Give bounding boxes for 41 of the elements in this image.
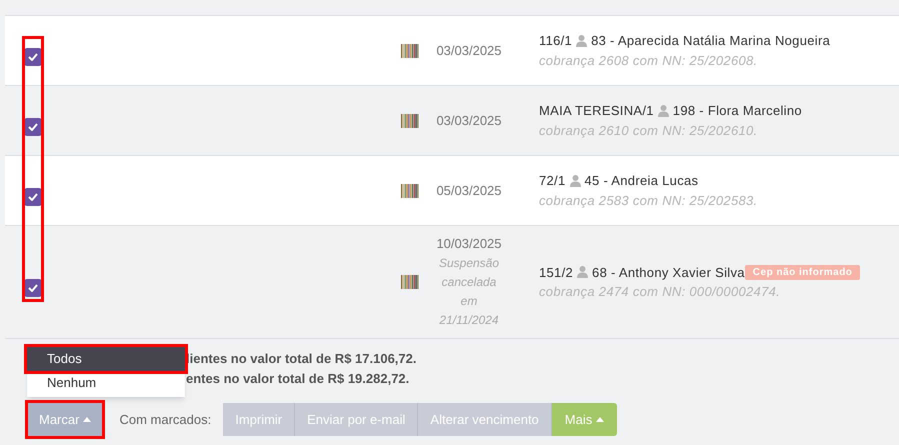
barcode-icon[interactable] [401,44,419,58]
check-icon [28,192,38,200]
caret-icon [596,417,604,422]
due-date: 03/03/2025 [436,42,502,60]
unit-label: MAIA TERESINA/1 [539,102,654,120]
person-icon [658,104,669,117]
unit-label: 151/2 [539,264,574,282]
due-date: 10/03/2025 [436,235,502,254]
person-icon [577,266,588,278]
barcode-icon[interactable] [401,275,419,289]
warning-badge: Cep não informado [744,264,860,280]
suspension-note: Suspensão [438,254,500,272]
check-icon [28,122,38,130]
charge-info: cobrança 2610 com NN: 25/202610. [539,122,758,140]
caret-icon [83,417,92,422]
mark-button[interactable]: Marcar [28,403,102,436]
barcode-icon[interactable] [401,114,419,128]
client-name: 68 - Anthony Xavier Silva [592,264,745,282]
unit-label: 72/1 [539,172,566,190]
due-date: 03/03/2025 [436,112,502,130]
check-icon [28,284,38,292]
suspension-note: em [460,292,478,310]
client-name: 198 - Flora Marcelino [672,102,802,120]
charge-info: cobrança 2608 com NN: 25/202608. [539,52,758,70]
with-marked-label: Com marcados: [119,410,212,429]
menu-item[interactable]: Todos [27,347,185,371]
client-name: 83 - Aparecida Natália Marina Nogueira [591,32,830,50]
summary-line: entes no valor total de R$ 19.282,72. [186,370,410,388]
check-icon [28,52,38,60]
suspension-note: cancelada [442,274,496,291]
client-name: 45 - Andreia Lucas [584,172,698,190]
suspension-note: 21/11/2024 [439,312,499,329]
charge-info: cobrança 2474 com NN: 000/00002474. [539,283,782,301]
menu-item[interactable]: Nenhum [27,371,185,395]
unit-label: 116/1 [539,32,572,50]
barcode-icon[interactable] [401,184,419,198]
more-button[interactable]: Mais [552,403,618,436]
person-icon [570,174,581,187]
person-icon [576,34,588,47]
due-date: 05/03/2025 [436,182,502,200]
charge-info: cobrança 2583 com NN: 25/202583. [539,192,758,210]
